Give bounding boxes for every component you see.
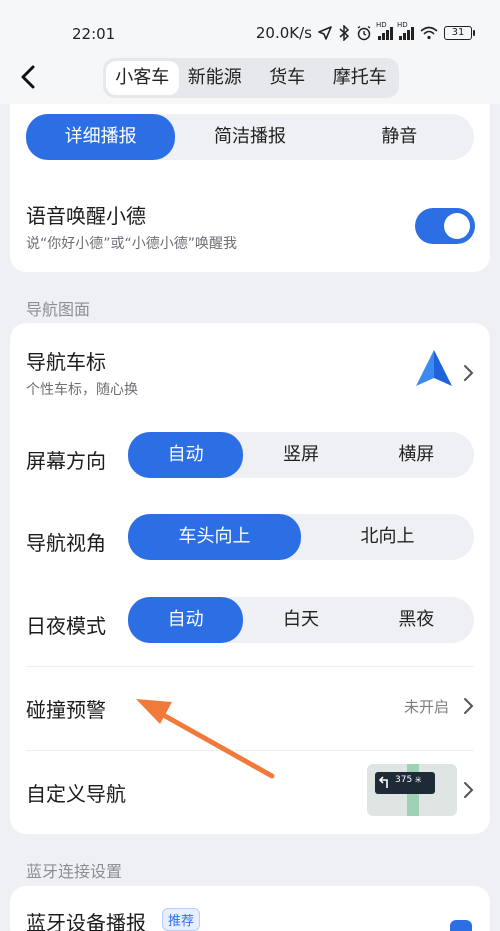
mode-mute[interactable]: 静音 — [325, 114, 474, 160]
day-night-auto[interactable]: 自动 — [128, 597, 244, 643]
net-speed: 20.0K/s — [255, 24, 312, 42]
status-bar: 22:01 20.0K/s HD HD 31 — [0, 0, 500, 54]
day-night-label: 日夜模式 — [26, 614, 106, 638]
alarm-icon — [357, 25, 371, 41]
view-angle-label: 导航视角 — [26, 531, 106, 555]
nav-settings-card: 导航车标 个性车标，随心换 屏幕方向 自动 竖屏 横屏 导航视角 车头向上 北向… — [10, 323, 490, 834]
vehicle-type-tabs: 小客车 新能源 货车 摩托车 — [103, 58, 399, 98]
orientation-segment: 自动 竖屏 横屏 — [128, 432, 474, 478]
nav-section-label: 导航图面 — [26, 300, 91, 319]
broadcast-card: 详细播报 简洁播报 静音 语音唤醒小德 说“你好小德”或“小德小德”唤醒我 — [10, 104, 490, 272]
wake-subtitle: 说“你好小德”或“小德小德”唤醒我 — [26, 236, 238, 252]
preview-unit: 米 — [415, 777, 422, 784]
chevron-right-icon — [464, 698, 474, 714]
divider — [26, 750, 474, 751]
day-night-night[interactable]: 黑夜 — [359, 597, 474, 643]
chevron-right-icon — [464, 365, 474, 381]
tab-truck[interactable]: 货车 — [251, 61, 324, 95]
day-night-day[interactable]: 白天 — [243, 597, 358, 643]
collision-title: 碰撞预警 — [26, 698, 106, 722]
battery-icon: 31 — [444, 26, 475, 40]
car-icon-title: 导航车标 — [26, 350, 106, 374]
bluetooth-card: 蓝牙设备播报 推荐 — [10, 886, 490, 931]
tab-new-energy[interactable]: 新能源 — [179, 61, 252, 95]
wifi-icon — [420, 26, 438, 40]
tab-motorcycle[interactable]: 摩托车 — [324, 61, 397, 95]
bluetooth-section-label: 蓝牙连接设置 — [26, 862, 123, 881]
header: 小客车 新能源 货车 摩托车 — [0, 54, 500, 104]
nav-arrow-car-icon — [416, 350, 452, 386]
location-icon — [318, 26, 332, 40]
collision-status: 未开启 — [404, 698, 450, 716]
view-heading-up[interactable]: 车头向上 — [128, 514, 301, 560]
bluetooth-icon — [339, 25, 350, 41]
recommend-badge: 推荐 — [162, 908, 201, 931]
divider — [26, 666, 474, 667]
orientation-portrait[interactable]: 竖屏 — [243, 432, 358, 478]
signal-icon-1: HD — [376, 21, 393, 40]
bluetooth-checkbox[interactable] — [450, 920, 472, 931]
wake-title: 语音唤醒小德 — [26, 204, 146, 228]
orientation-auto[interactable]: 自动 — [128, 432, 244, 478]
day-night-segment: 自动 白天 黑夜 — [128, 597, 474, 643]
custom-nav-preview: 375 米 — [367, 764, 457, 816]
view-north-up[interactable]: 北向上 — [301, 514, 474, 560]
orientation-label: 屏幕方向 — [26, 449, 106, 473]
custom-nav-title: 自定义导航 — [26, 782, 126, 806]
mode-concise[interactable]: 简洁播报 — [175, 114, 324, 160]
orientation-landscape[interactable]: 横屏 — [359, 432, 474, 478]
signal-icon-2: HD — [397, 21, 414, 40]
wake-toggle[interactable] — [415, 208, 475, 244]
tab-passenger-car[interactable]: 小客车 — [106, 61, 179, 95]
car-icon-subtitle: 个性车标，随心换 — [26, 382, 138, 398]
view-angle-segment: 车头向上 北向上 — [128, 514, 474, 560]
status-icons: 20.0K/s HD HD 31 — [255, 21, 475, 42]
broadcast-mode-segment: 详细播报 简洁播报 静音 — [26, 114, 474, 160]
mode-detailed[interactable]: 详细播报 — [26, 114, 176, 160]
chevron-right-icon — [464, 782, 474, 798]
turn-arrow-icon — [378, 776, 388, 788]
back-arrow-icon[interactable] — [14, 62, 44, 92]
bluetooth-device-title: 蓝牙设备播报 — [26, 911, 146, 931]
preview-number: 375 — [395, 775, 413, 785]
toggle-knob — [444, 213, 470, 239]
status-time: 22:01 — [72, 25, 116, 43]
